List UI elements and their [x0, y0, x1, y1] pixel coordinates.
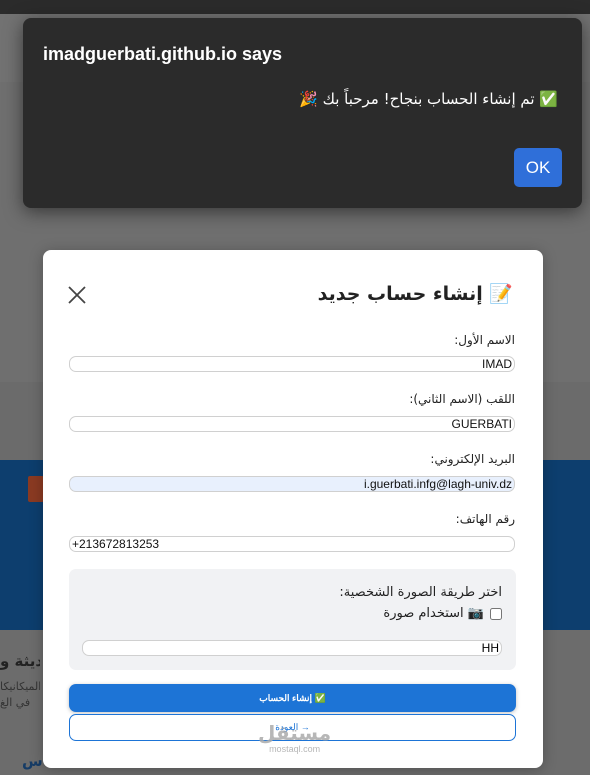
- use-photo-checkbox[interactable]: [490, 607, 502, 620]
- close-icon: [68, 286, 86, 304]
- alert-message: ✅ تم إنشاء الحساب بنجاح! مرحباً بك 🎉: [299, 90, 558, 108]
- phone-label: رقم الهاتف:: [455, 512, 515, 526]
- browser-tab-strip: [0, 0, 590, 14]
- browser-alert-dialog: imadguerbati.github.io says ✅ تم إنشاء ا…: [23, 18, 582, 208]
- use-photo-option[interactable]: 📷 استخدام صورة: [383, 606, 502, 621]
- watermark-arabic: مستقل: [258, 721, 332, 745]
- photo-section-title: اختر طريقة الصورة الشخصية:: [339, 585, 502, 600]
- close-button[interactable]: [66, 283, 90, 307]
- photo-section: اختر طريقة الصورة الشخصية: 📷 استخدام صور…: [69, 569, 516, 670]
- last-name-input[interactable]: [69, 416, 515, 432]
- watermark-latin: mostaql.com: [269, 744, 321, 754]
- watermark: مستقل mostaql.com: [258, 722, 331, 754]
- email-input[interactable]: [69, 476, 515, 492]
- email-label: البريد الإلكتروني:: [430, 452, 515, 466]
- phone-input[interactable]: [69, 536, 515, 552]
- create-account-button[interactable]: ✅ إنشاء الحساب: [69, 684, 516, 712]
- background-text-fragment: ع الميكانيكا: [0, 680, 40, 693]
- last-name-label: اللقب (الاسم الثاني):: [409, 392, 515, 406]
- background-heading-fragment: حديثة و: [0, 652, 40, 670]
- background-text-fragment: في الغ: [0, 696, 31, 709]
- modal-title: 📝 إنشاء حساب جديد: [317, 283, 513, 305]
- alert-origin: imadguerbati.github.io says: [43, 44, 283, 64]
- orange-badge: [28, 476, 44, 502]
- first-name-label: الاسم الأول:: [454, 333, 515, 347]
- signup-modal: 📝 إنشاء حساب جديد الاسم الأول: اللقب (ال…: [43, 250, 543, 768]
- ok-button[interactable]: OK: [514, 148, 562, 187]
- first-name-input[interactable]: [69, 356, 515, 372]
- use-photo-label: 📷 استخدام صورة: [383, 606, 484, 621]
- photo-input[interactable]: [82, 640, 502, 656]
